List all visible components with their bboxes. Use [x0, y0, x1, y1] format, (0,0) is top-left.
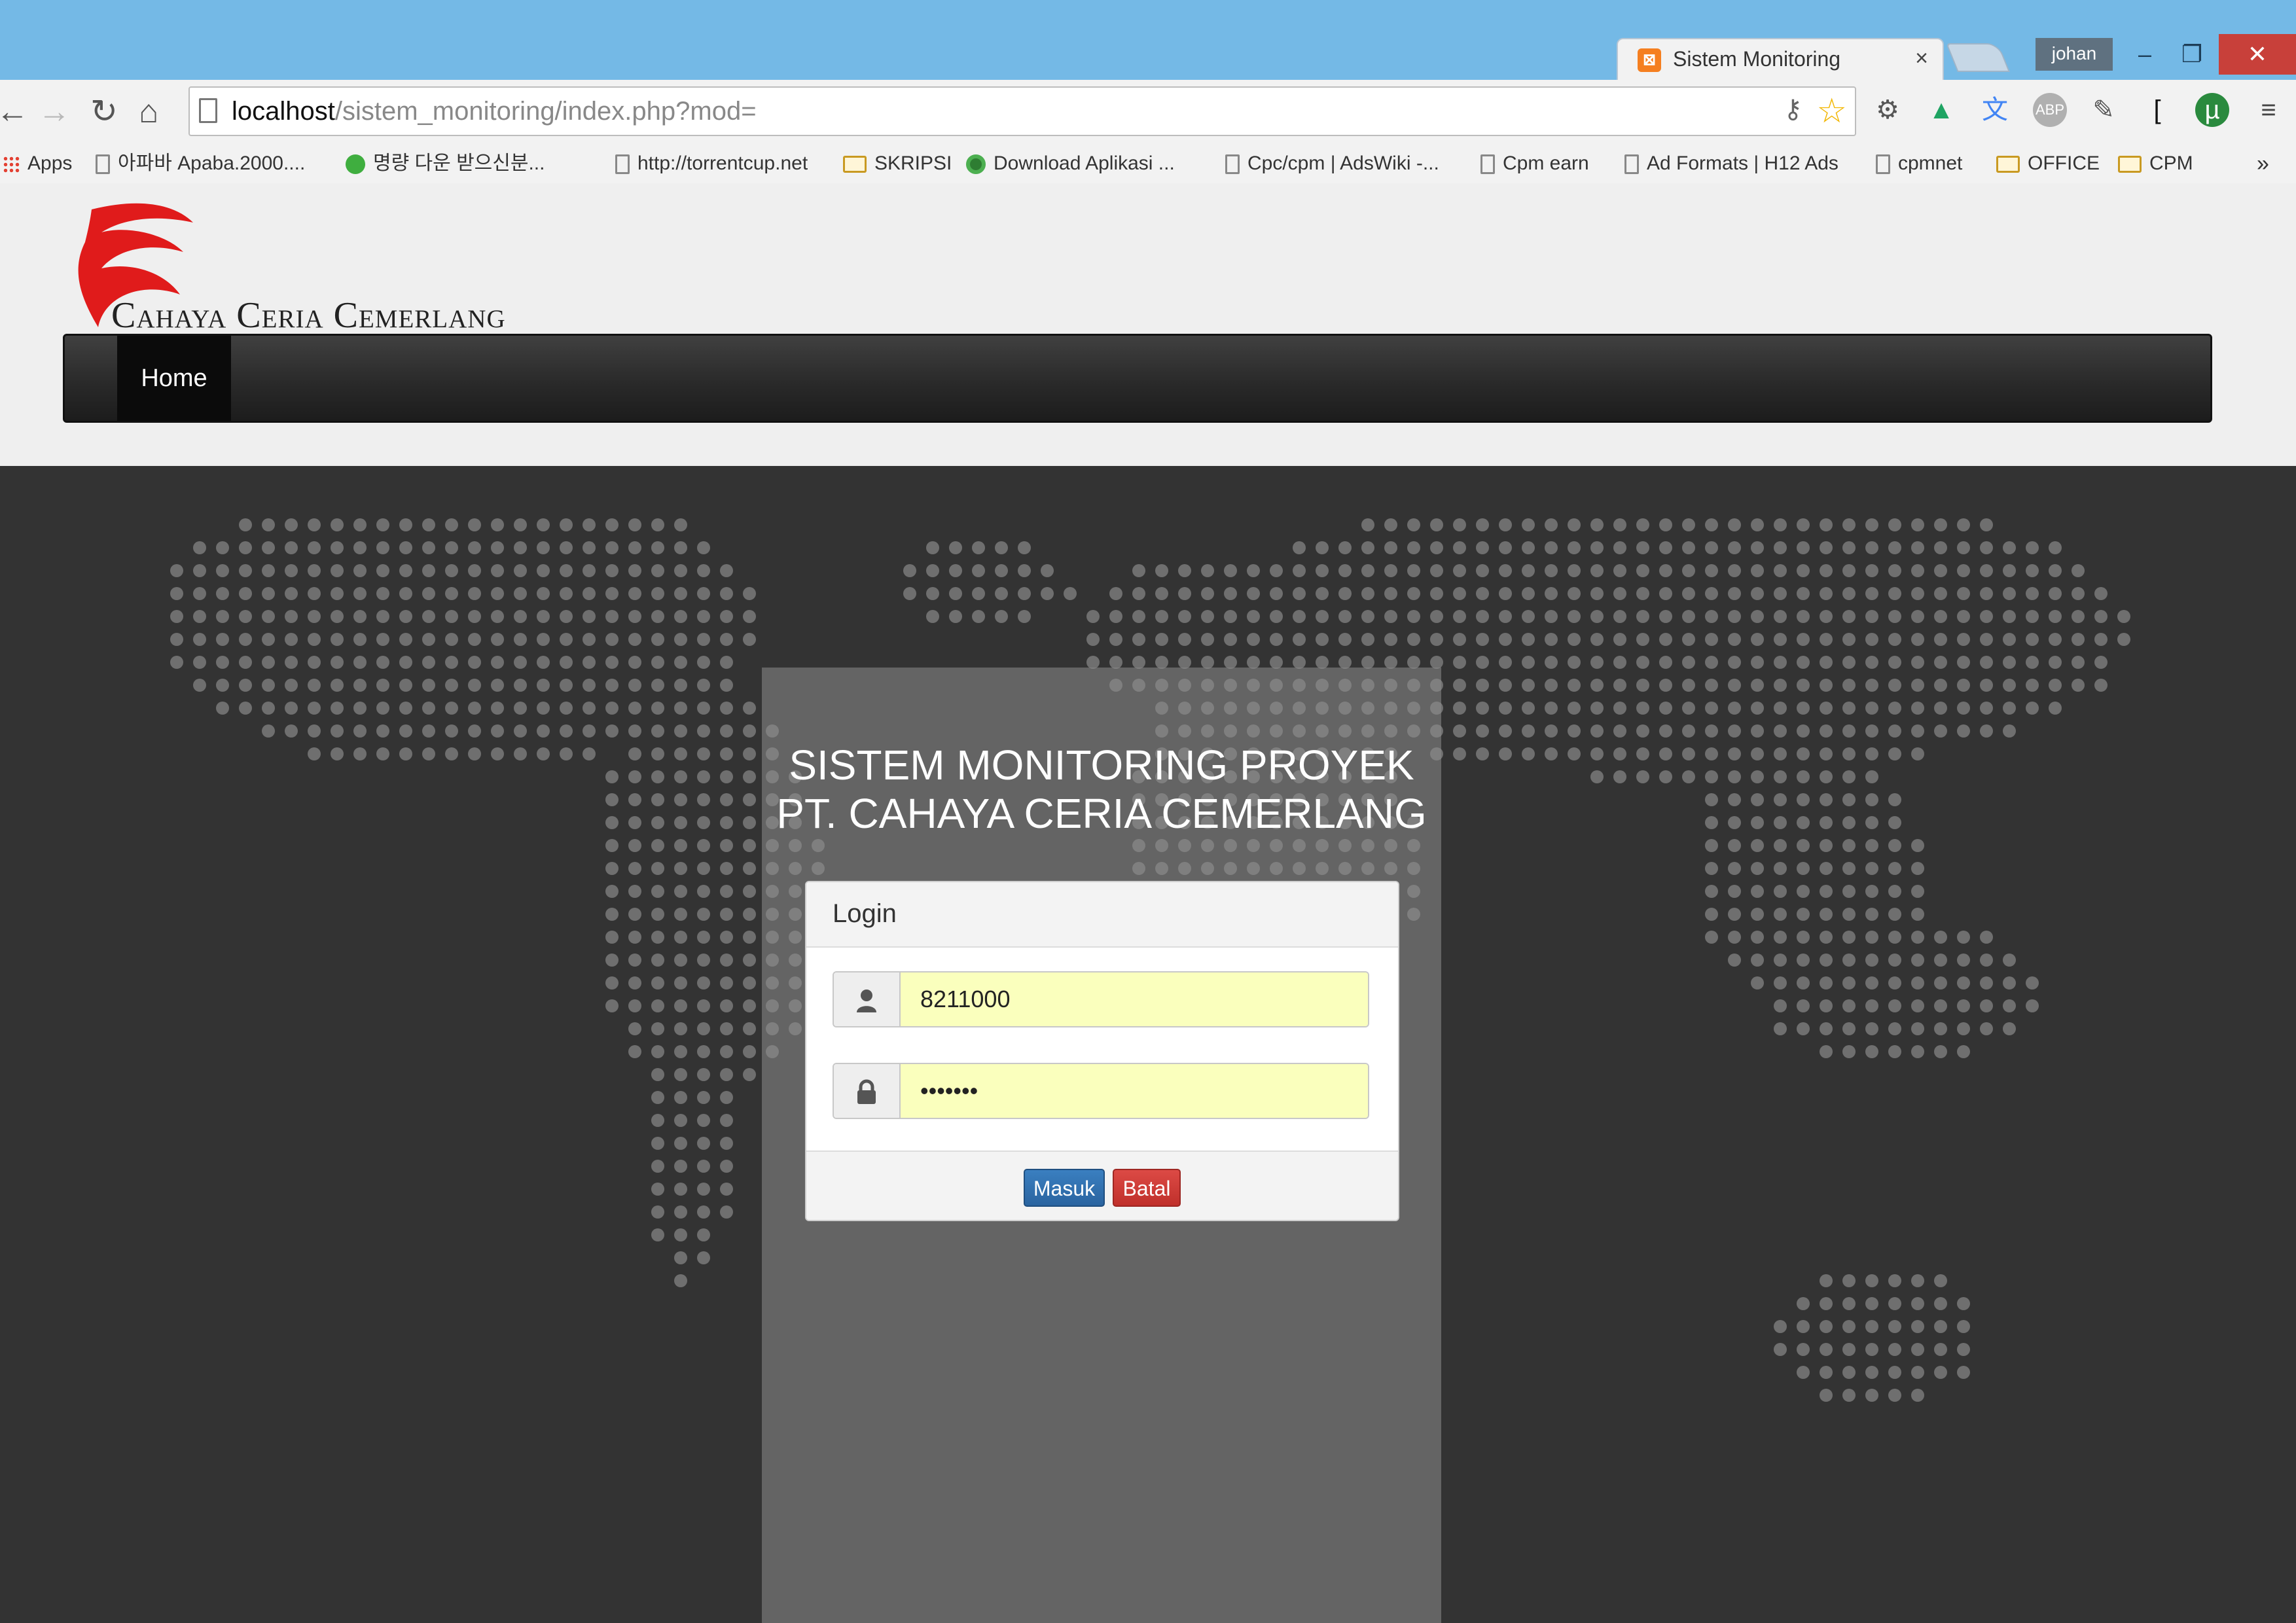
app-title: SISTEM MONITORING PROYEK PT. CAHAYA CERI…	[762, 741, 1441, 838]
home-icon[interactable]: ⌂	[139, 92, 158, 131]
green-circle-icon	[346, 154, 365, 175]
bookmark-cpm[interactable]: CPM	[2118, 145, 2193, 183]
page-icon	[1624, 154, 1639, 175]
batal-button[interactable]: Batal	[1113, 1169, 1181, 1207]
login-heading: Login	[806, 882, 1398, 948]
company-logo[interactable]: Cahaya Ceria Cemerlang	[65, 196, 537, 336]
bookmarks-overflow-icon[interactable]: »	[2257, 145, 2269, 183]
new-tab-button[interactable]	[1946, 43, 2010, 72]
bookmark-download-aplikasi[interactable]: Download Aplikasi ...	[966, 145, 1175, 183]
username-input-group	[833, 971, 1369, 1027]
menu-icon[interactable]: ≡	[2251, 93, 2286, 127]
login-footer: Masuk Batal	[806, 1150, 1398, 1220]
bookmark-myeongryang[interactable]: 명량 다운 받으신분...	[346, 145, 545, 183]
pen-icon[interactable]: ✎	[2087, 93, 2121, 127]
bookmark-ad-formats[interactable]: Ad Formats | H12 Ads	[1624, 145, 1839, 183]
page-icon	[199, 98, 217, 123]
masuk-button[interactable]: Masuk	[1024, 1169, 1105, 1207]
url-text[interactable]: localhost/sistem_monitoring/index.php?mo…	[232, 97, 757, 126]
bookmark-apaba[interactable]: 아파바 Apaba.2000....	[96, 145, 305, 183]
page-icon	[1480, 154, 1495, 175]
bookmark-office[interactable]: OFFICE	[1996, 145, 2100, 183]
page-icon	[615, 154, 630, 175]
bookmark-skripsi[interactable]: SKRIPSI	[843, 145, 952, 183]
minimize-button[interactable]: –	[2121, 34, 2169, 75]
apps-grid-icon	[3, 156, 20, 173]
bookmark-apps[interactable]: Apps	[3, 145, 72, 183]
address-bar[interactable]: localhost/sistem_monitoring/index.php?mo…	[188, 86, 1856, 136]
url-host: localhost	[232, 97, 335, 126]
page-icon	[1876, 154, 1890, 175]
lock-icon	[834, 1064, 901, 1118]
app-title-line-2: PT. CAHAYA CERIA CEMERLANG	[776, 790, 1427, 837]
key-icon[interactable]: ⚷	[1784, 94, 1803, 124]
site-header: Cahaya Ceria Cemerlang Home	[0, 183, 2296, 466]
folder-icon	[2118, 156, 2142, 173]
login-stage: SISTEM MONITORING PROYEK PT. CAHAYA CERI…	[0, 466, 2296, 1623]
google-translate-icon[interactable]: 文	[1978, 93, 2012, 127]
nav-home-link[interactable]: Home	[117, 336, 231, 421]
folder-icon	[843, 156, 867, 173]
page-icon	[1225, 154, 1240, 175]
bookmarks-bar: Apps 아파바 Apaba.2000.... 명량 다운 받으신분... ht…	[0, 145, 2296, 185]
page-icon	[96, 154, 110, 175]
logo-text: Cahaya Ceria Cemerlang	[111, 295, 506, 336]
close-window-button[interactable]: ✕	[2219, 34, 2296, 75]
app-title-line-1: SISTEM MONITORING PROYEK	[789, 741, 1414, 789]
bracket-icon[interactable]: [	[2140, 93, 2174, 127]
drive-icon[interactable]: ▲	[1924, 93, 1958, 127]
browser-toolbar: ← → ↻ ⌂ localhost/sistem_monitoring/inde…	[0, 80, 2296, 145]
username-input[interactable]	[901, 972, 1368, 1026]
browser-titlebar: ⊠ Sistem Monitoring × johan – ❐ ✕	[0, 0, 2296, 81]
back-arrow-icon[interactable]: ←	[0, 92, 29, 131]
translate-icon[interactable]: ⚙	[1871, 93, 1905, 127]
bookmark-adswiki[interactable]: Cpc/cpm | AdsWiki -...	[1225, 145, 1439, 183]
green-dot-icon	[966, 154, 986, 175]
forward-arrow-icon[interactable]: →	[38, 92, 71, 131]
url-path: /sistem_monitoring/index.php?mod=	[334, 97, 757, 126]
tab-close-icon[interactable]: ×	[1915, 46, 1928, 71]
user-icon	[834, 972, 901, 1026]
adblock-icon[interactable]: ABP	[2033, 93, 2067, 127]
bookmark-torrentcup[interactable]: http://torrentcup.net	[615, 145, 808, 183]
folder-icon	[1996, 156, 2020, 173]
bookmark-cpm-earn[interactable]: Cpm earn	[1480, 145, 1589, 183]
tab-sistem-monitoring[interactable]: ⊠ Sistem Monitoring ×	[1617, 38, 1944, 81]
reload-icon[interactable]: ↻	[90, 92, 118, 131]
utorrent-icon[interactable]: µ	[2195, 93, 2229, 127]
login-panel: Login Masuk Batal	[805, 881, 1399, 1221]
password-input-group	[833, 1063, 1369, 1119]
bookmark-cpmnet[interactable]: cpmnet	[1876, 145, 1962, 183]
profile-user-badge[interactable]: johan	[2036, 38, 2113, 71]
bookmark-star-icon[interactable]: ☆	[1816, 92, 1847, 131]
password-input[interactable]	[901, 1064, 1368, 1118]
restore-button[interactable]: ❐	[2168, 34, 2216, 75]
tab-title: Sistem Monitoring	[1673, 47, 1841, 71]
xampp-favicon-icon: ⊠	[1638, 48, 1661, 72]
main-navbar: Home	[63, 334, 2212, 423]
